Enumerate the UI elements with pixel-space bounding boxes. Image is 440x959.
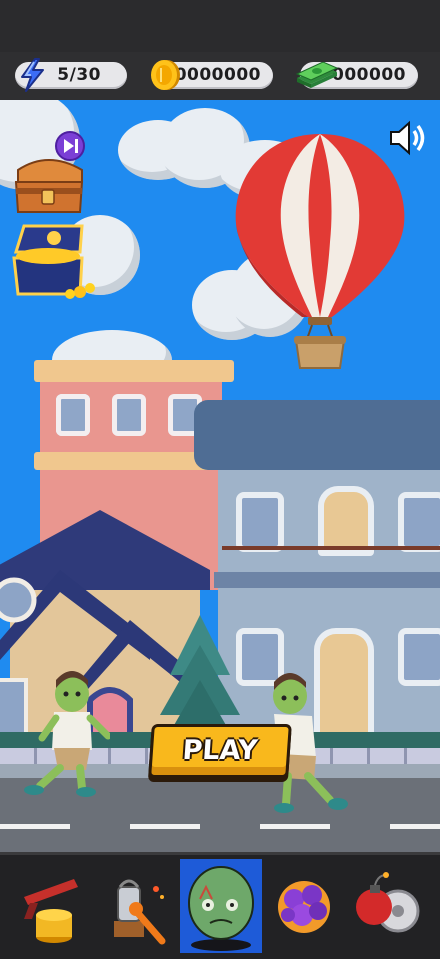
zombie-left xyxy=(24,671,110,797)
status-bar xyxy=(0,0,440,52)
zombie-head-icon xyxy=(188,866,254,951)
weapons-tab[interactable] xyxy=(10,859,92,953)
bomb-sawblade-icon xyxy=(356,872,420,933)
wrench-lantern-icon xyxy=(114,879,166,945)
zombies-tab[interactable] xyxy=(180,859,262,953)
energy-value: 5/30 xyxy=(57,65,101,85)
open-treasure-chest[interactable] xyxy=(10,222,100,302)
game-scene: PLAY xyxy=(0,100,440,852)
bottom-nav xyxy=(0,852,440,959)
lightning-icon xyxy=(21,58,44,92)
play-button-label: PLAY xyxy=(181,735,259,766)
sound-icon[interactable] xyxy=(388,120,428,156)
coin-value: 0000000 xyxy=(174,65,261,85)
rifle-coins-icon xyxy=(24,879,78,943)
cash-stack-icon xyxy=(295,62,339,88)
workshop-tab[interactable] xyxy=(96,859,178,953)
boosters-tab[interactable] xyxy=(264,859,346,953)
hot-air-balloon xyxy=(235,134,405,369)
treasure-chest-video-reward[interactable] xyxy=(12,130,90,218)
purple-virus-icon xyxy=(278,881,330,933)
cash-value: 000000 xyxy=(332,65,406,85)
bombs-tab[interactable] xyxy=(348,859,430,953)
play-button[interactable]: PLAY xyxy=(148,724,292,778)
gold-coin-icon xyxy=(151,60,180,90)
